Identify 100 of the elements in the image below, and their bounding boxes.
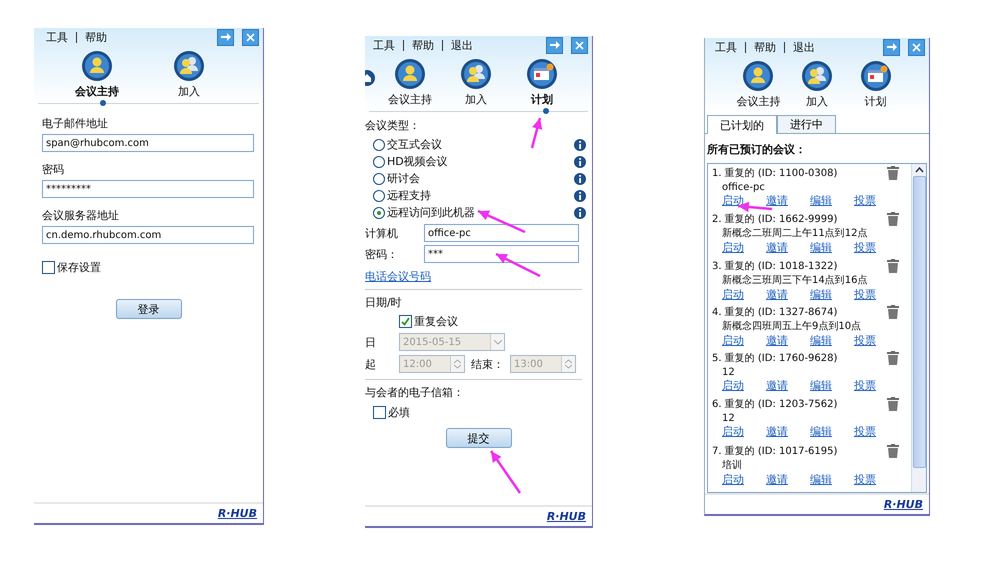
- nav-item[interactable]: 加入: [445, 58, 507, 107]
- info-icon[interactable]: [574, 190, 586, 202]
- info-icon[interactable]: [574, 206, 586, 218]
- menu-item[interactable]: 退出: [451, 38, 473, 52]
- trash-icon[interactable]: [887, 351, 899, 366]
- checkbox[interactable]: [373, 406, 386, 419]
- meeting-action-link[interactable]: 邀请: [766, 472, 788, 487]
- scrollbar[interactable]: [911, 164, 926, 492]
- people-icon: [801, 60, 833, 92]
- tab[interactable]: 已计划的: [707, 115, 777, 134]
- menu-item[interactable]: 帮助: [754, 40, 776, 54]
- meeting-note: 新概念四班周五上午9点到10点: [722, 320, 862, 332]
- trash-icon[interactable]: [887, 166, 899, 180]
- meeting-action-link[interactable]: 投票: [854, 332, 876, 348]
- close-icon: [912, 42, 921, 52]
- nav-item[interactable]: 加入: [158, 50, 220, 99]
- dock-button[interactable]: [883, 38, 900, 56]
- nav-item[interactable]: 计划: [848, 60, 904, 109]
- meeting-note: 新概念三班周三下午14点到16点: [722, 274, 868, 286]
- menu-item[interactable]: 工具: [373, 38, 395, 52]
- menu-item[interactable]: 工具: [46, 30, 68, 44]
- meeting-action-link[interactable]: 启动: [722, 424, 744, 440]
- meeting-action-link[interactable]: 启动: [722, 472, 744, 487]
- selection-dot: [100, 100, 106, 106]
- meeting-action-link[interactable]: 启动: [722, 332, 744, 348]
- radio-button[interactable]: [373, 138, 385, 150]
- meeting-action-link[interactable]: 编辑: [810, 240, 832, 256]
- nav-item[interactable]: 计划: [511, 58, 573, 107]
- person-icon: [81, 50, 113, 82]
- meeting-action-link[interactable]: 编辑: [810, 332, 832, 348]
- nav-label: 会议主持: [388, 92, 432, 107]
- trash-icon[interactable]: [887, 304, 899, 319]
- meeting-action-link[interactable]: 投票: [854, 193, 876, 208]
- meeting-action-link[interactable]: 编辑: [810, 286, 832, 302]
- meeting-action-link[interactable]: 邀请: [766, 378, 788, 394]
- meeting-action-link[interactable]: 邀请: [766, 193, 788, 208]
- checkbox[interactable]: [42, 261, 55, 274]
- radio-option[interactable]: 研讨会: [365, 170, 592, 187]
- close-button[interactable]: [571, 36, 588, 54]
- trash-icon[interactable]: [887, 444, 899, 458]
- trash-icon[interactable]: [887, 258, 899, 273]
- radio-label: 远程支持: [387, 188, 431, 203]
- login-button[interactable]: 登录: [116, 299, 182, 319]
- checkbox[interactable]: [399, 315, 412, 328]
- meeting-action-link[interactable]: 投票: [854, 424, 876, 440]
- phone-number-link[interactable]: 电话会议号码: [365, 269, 431, 284]
- menu-item[interactable]: 帮助: [412, 38, 434, 52]
- meeting-action-link[interactable]: 投票: [854, 472, 876, 487]
- meeting-action-link[interactable]: 启动: [722, 286, 744, 302]
- text-field[interactable]: span@rhubcom.com: [42, 134, 254, 152]
- meeting-action-link[interactable]: 邀请: [766, 332, 788, 348]
- meeting-action-link[interactable]: 邀请: [766, 240, 788, 256]
- scroll-thumb[interactable]: [912, 176, 926, 468]
- tab[interactable]: 进行中: [777, 115, 836, 133]
- text-field[interactable]: *********: [42, 180, 254, 198]
- info-icon[interactable]: [574, 156, 586, 168]
- text-field[interactable]: cn.demo.rhubcom.com: [42, 226, 254, 244]
- radio-button[interactable]: [373, 190, 385, 202]
- submit-button[interactable]: 提交: [446, 428, 512, 448]
- meeting-action-link[interactable]: 邀请: [766, 286, 788, 302]
- meeting-action-link[interactable]: 投票: [854, 286, 876, 302]
- radio-option[interactable]: HD视频会议: [365, 153, 592, 170]
- meeting-action-link[interactable]: 编辑: [810, 472, 832, 487]
- home-icon[interactable]: [365, 70, 375, 86]
- meeting-action-link[interactable]: 投票: [854, 378, 876, 394]
- section-label: 会议类型：: [365, 118, 421, 133]
- nav-item[interactable]: 加入: [790, 60, 844, 109]
- info-icon[interactable]: [574, 138, 586, 150]
- radio-option[interactable]: 交互式会议: [365, 136, 592, 153]
- text-field[interactable]: office-pc: [424, 224, 579, 242]
- meeting-action-link[interactable]: 启动: [722, 193, 744, 208]
- meeting-action-link[interactable]: 启动: [722, 378, 744, 394]
- meeting-action-link[interactable]: 编辑: [810, 424, 832, 440]
- meeting-action-link[interactable]: 邀请: [766, 424, 788, 440]
- info-icon[interactable]: [574, 172, 586, 184]
- people-icon: [460, 58, 492, 90]
- meeting-action-link[interactable]: 编辑: [810, 193, 832, 208]
- arrow-right-icon: [220, 33, 230, 41]
- trash-icon[interactable]: [887, 397, 899, 412]
- nav-item[interactable]: 会议主持: [379, 58, 441, 107]
- close-button[interactable]: [908, 38, 925, 56]
- menu-item[interactable]: 帮助: [85, 30, 107, 44]
- menu-item[interactable]: 退出: [793, 40, 815, 54]
- meeting-action-link[interactable]: 编辑: [810, 378, 832, 394]
- dock-button[interactable]: [546, 36, 563, 54]
- people-icon: [173, 50, 205, 82]
- dock-button[interactable]: [217, 28, 234, 46]
- menu-item[interactable]: 工具: [715, 40, 737, 54]
- text-field[interactable]: ***: [424, 245, 579, 263]
- nav-item[interactable]: 会议主持: [66, 50, 128, 99]
- arrow-right-icon: [550, 41, 560, 49]
- trash-icon[interactable]: [887, 212, 899, 226]
- radio-button[interactable]: [373, 206, 385, 218]
- meeting-action-link[interactable]: 启动: [722, 240, 744, 256]
- radio-button[interactable]: [373, 172, 385, 184]
- close-button[interactable]: [242, 28, 259, 46]
- radio-button[interactable]: [373, 156, 385, 168]
- nav-item[interactable]: 会议主持: [731, 60, 786, 109]
- radio-option[interactable]: 远程支持: [365, 187, 592, 204]
- meeting-action-link[interactable]: 投票: [854, 240, 876, 256]
